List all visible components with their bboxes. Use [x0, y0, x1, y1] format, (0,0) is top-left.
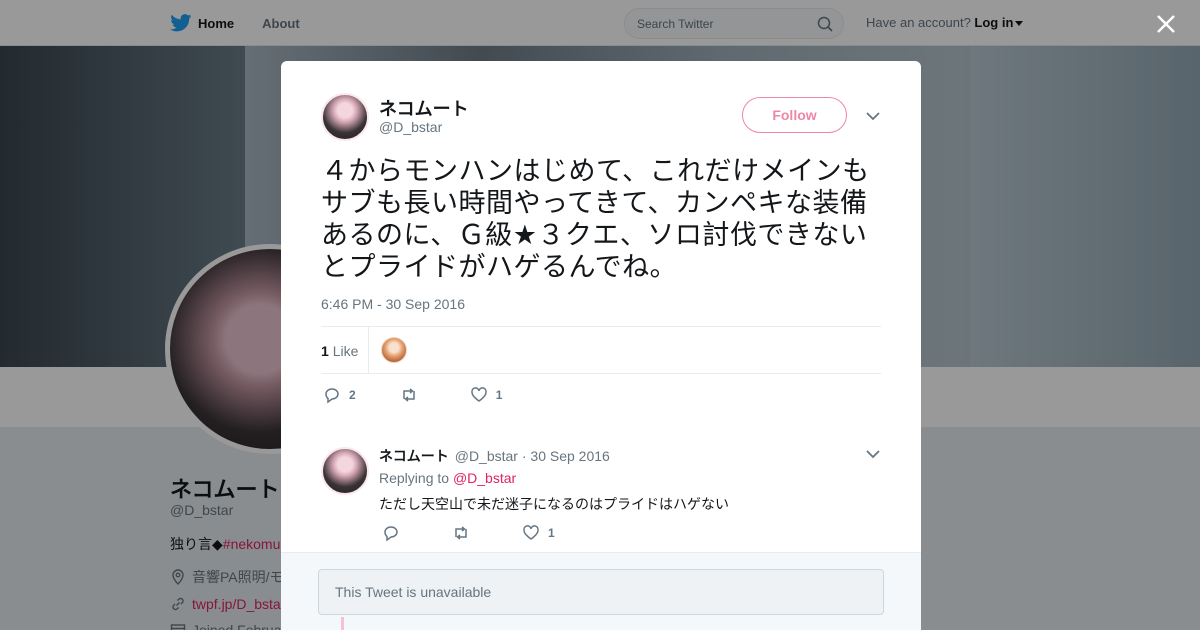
- follow-button[interactable]: Follow: [742, 97, 847, 133]
- like-button[interactable]: 1: [470, 386, 503, 404]
- unavailable-tweet-notice: This Tweet is unavailable: [318, 569, 884, 615]
- reply-count: 2: [349, 388, 356, 402]
- reply-date[interactable]: · 30 Sep 2016: [522, 448, 610, 464]
- tweet-modal: ネコムート @D_bstar Follow ４からモンハンはじめて、これだけメイ…: [281, 61, 921, 630]
- tweet-actions: 2 1: [323, 385, 546, 405]
- reply-avatar[interactable]: [321, 447, 369, 495]
- close-icon[interactable]: [1154, 12, 1178, 36]
- chevron-down-icon[interactable]: [866, 449, 880, 459]
- retweet-icon: [455, 526, 467, 540]
- tweet-stats: 1 Like: [321, 326, 881, 374]
- reply-icon: [384, 526, 398, 542]
- chevron-down-icon[interactable]: [866, 111, 880, 121]
- likes-label: Like: [332, 343, 359, 359]
- heart-icon: [470, 387, 487, 402]
- like-count: 1: [495, 388, 503, 402]
- liker-avatar[interactable]: [381, 337, 407, 363]
- reply-reply-button[interactable]: [382, 524, 408, 542]
- unavailable-section: This Tweet is unavailable: [281, 552, 921, 630]
- reply-author-name[interactable]: ネコムート: [379, 446, 449, 466]
- reply-like-count: 1: [548, 526, 555, 540]
- reply-like-button[interactable]: 1: [522, 524, 555, 542]
- replying-to-handle[interactable]: @D_bstar: [453, 470, 516, 486]
- retweet-button[interactable]: [400, 386, 426, 404]
- tweet-author-handle[interactable]: @D_bstar: [379, 119, 442, 135]
- likes-stat[interactable]: 1 Like: [321, 343, 358, 359]
- replying-prefix: Replying to: [379, 470, 450, 486]
- stats-divider: [368, 327, 369, 374]
- tweet-author-name[interactable]: ネコムート: [379, 95, 469, 121]
- reply-author-handle[interactable]: @D_bstar: [455, 448, 518, 464]
- replying-to: Replying to @D_bstar: [379, 470, 516, 486]
- reply-header: ネコムート @D_bstar · 30 Sep 2016: [379, 446, 610, 466]
- tweet-timestamp[interactable]: 6:46 PM - 30 Sep 2016: [321, 296, 465, 312]
- avatar[interactable]: [321, 93, 369, 141]
- heart-icon: [523, 525, 539, 540]
- reply-text: ただし天空山で未だ迷子になるのはプライドはハゲない: [379, 496, 729, 512]
- reply-icon: [325, 388, 339, 404]
- reply-button[interactable]: 2: [323, 386, 356, 404]
- tweet-text: ４からモンハンはじめて、これだけメインもサブも長い時間やってきて、カンペキな装備…: [321, 156, 870, 282]
- reply-retweet-button[interactable]: [452, 524, 478, 542]
- likes-count: 1: [321, 343, 329, 359]
- retweet-icon: [402, 388, 415, 402]
- reply-actions: 1: [382, 523, 599, 543]
- thread-line: [341, 617, 344, 630]
